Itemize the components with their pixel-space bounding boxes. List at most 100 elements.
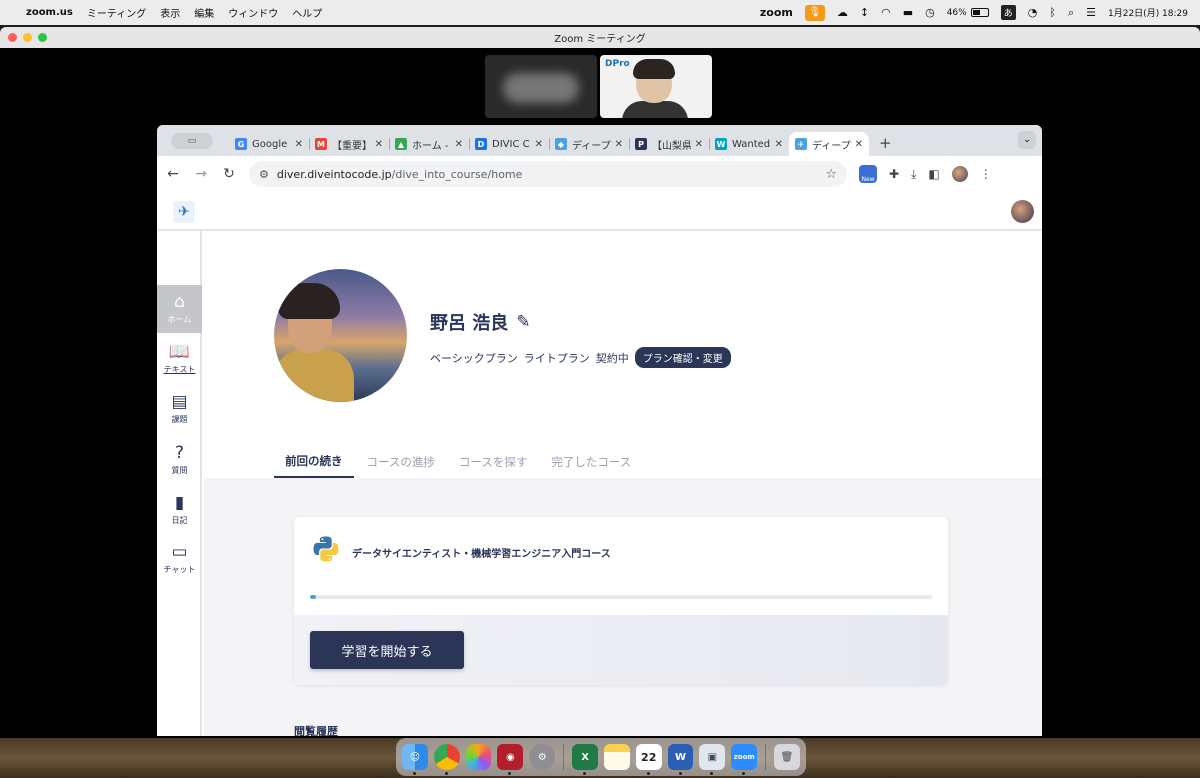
menu-window[interactable]: ウィンドウ — [228, 5, 278, 20]
sidebar-item-home[interactable]: ⌂ ホーム — [157, 285, 202, 333]
menu-view[interactable]: 表示 — [160, 5, 180, 20]
tab-title: 【重要】 — [332, 140, 371, 152]
extensions-puzzle-icon[interactable]: ✚ — [889, 167, 899, 181]
minimize-window-button[interactable] — [23, 33, 32, 42]
tab-title: 【山梨県 — [652, 140, 691, 152]
menubar-clock[interactable]: 1月22日(月) 18:29 — [1108, 6, 1188, 19]
wifi-icon[interactable]: ◔ — [1028, 6, 1038, 19]
tab-search-chevron-icon[interactable]: ⌄ — [1018, 131, 1036, 149]
address-bar[interactable]: ⚙ diver.diveintocode.jp/dive_into_course… — [249, 161, 847, 187]
chrome-icon[interactable] — [433, 744, 460, 775]
bookmark-star-icon[interactable]: ☆ — [825, 167, 837, 182]
plan-change-button[interactable]: プラン確認・変更 — [634, 347, 731, 368]
wanted-icon: W — [715, 138, 727, 150]
profile-photo — [274, 269, 407, 402]
microphone-icon[interactable]: 🎙 — [804, 4, 825, 21]
menu-meeting[interactable]: ミーティング — [87, 5, 146, 20]
battery-indicator[interactable]: 46% — [947, 8, 989, 18]
finder-icon[interactable]: ☺ — [402, 744, 428, 775]
trash-icon[interactable]: 🗑 — [774, 744, 800, 770]
header-user-avatar[interactable] — [1011, 200, 1034, 223]
participant-thumbnail-speaker[interactable]: DPro — [600, 55, 712, 118]
zoom-status-label[interactable]: zoom — [760, 6, 793, 19]
tab-find-course[interactable]: コースを探す — [448, 446, 538, 478]
browser-tab-gmail[interactable]: M 【重要】 ✕ — [309, 132, 389, 156]
input-method-indicator[interactable]: あ — [1000, 5, 1016, 20]
sidebar-item-text[interactable]: 📖 テキスト — [157, 335, 202, 383]
side-panel-icon[interactable]: ◧ — [928, 167, 939, 181]
card-icon[interactable]: ▬ — [903, 6, 913, 19]
extension-new-badge[interactable]: New — [859, 165, 877, 183]
notes-icon[interactable] — [603, 744, 630, 770]
tab-close-icon[interactable]: ✕ — [775, 139, 783, 150]
zoom-window-title: Zoom ミーティング — [554, 34, 646, 45]
course-title[interactable]: データサイエンティスト・機械学習エンジニア入門コース — [352, 545, 611, 560]
browser-tab-yamanashi[interactable]: P 【山梨県 ✕ — [629, 132, 709, 156]
sidebar-item-diary[interactable]: ▮ 日記 — [157, 486, 202, 534]
profile-name-row: 野呂 浩良 ✎ — [430, 309, 531, 335]
spotlight-search-icon[interactable]: ⌕ — [1068, 6, 1074, 20]
participant-thumbnail-blurred[interactable] — [485, 55, 597, 118]
browser-tab-wanted[interactable]: W Wanted ✕ — [709, 132, 789, 156]
tab-close-icon[interactable]: ✕ — [455, 139, 463, 150]
site-logo-rocket-icon[interactable]: ✈ — [173, 201, 195, 223]
tab-completed-courses[interactable]: 完了したコース — [540, 446, 642, 478]
google-icon: G — [235, 138, 247, 150]
edit-pencil-icon[interactable]: ✎ — [516, 312, 530, 332]
browser-tab-divic[interactable]: D DIVIC C ✕ — [469, 132, 549, 156]
sidebar-item-label: ホーム — [167, 315, 192, 324]
excel-icon[interactable]: X — [572, 744, 598, 775]
window-controls — [8, 33, 47, 42]
word-icon[interactable]: W — [667, 744, 694, 775]
browser-tab-active[interactable]: ✈ ディープ ✕ — [789, 132, 869, 156]
sidebar-item-chat[interactable]: ▭ チャット — [157, 535, 202, 583]
system-settings-icon[interactable]: ⚙ — [529, 744, 556, 770]
browser-tab-deep[interactable]: ◆ ディープ ✕ — [549, 132, 629, 156]
zoom-app-label: zoom — [733, 753, 755, 761]
forward-arrow-icon[interactable]: → — [193, 166, 209, 182]
fullscreen-window-button[interactable] — [38, 33, 47, 42]
tray-app-icon[interactable]: ☁ — [837, 6, 848, 19]
zoom-app-icon[interactable]: zoom — [731, 744, 758, 775]
download-icon[interactable]: ⤓ — [911, 167, 916, 182]
tab-close-icon[interactable]: ✕ — [295, 139, 303, 150]
tab-close-icon[interactable]: ✕ — [695, 139, 703, 150]
back-arrow-icon[interactable]: ← — [165, 166, 181, 182]
tab-close-icon[interactable]: ✕ — [375, 139, 383, 150]
reload-icon[interactable]: ↻ — [221, 166, 237, 182]
tab-group-icon[interactable]: ▭ — [171, 133, 213, 149]
transfer-icon[interactable]: ↕ — [860, 6, 869, 19]
sidebar-item-assignments[interactable]: ▤ 課題 — [157, 385, 202, 433]
sidebar-item-label: 質問 — [171, 466, 188, 475]
new-tab-button[interactable]: + — [879, 134, 892, 152]
preview-icon[interactable]: ▣ — [699, 744, 726, 775]
control-center-icon[interactable]: ☰ — [1086, 6, 1096, 19]
photos-icon[interactable] — [465, 744, 492, 770]
profile-avatar[interactable] — [951, 166, 968, 182]
menu-app-name[interactable]: zoom.us — [26, 7, 73, 18]
tab-close-icon[interactable]: ✕ — [855, 139, 863, 150]
menu-help[interactable]: ヘルプ — [292, 5, 322, 20]
browser-tab-strip: ▭ G Google ✕ M 【重要】 ✕ ▲ ホーム - ✕ D DIVIC … — [157, 125, 1042, 156]
calendar-icon[interactable]: 22 — [635, 744, 662, 775]
p-icon: P — [635, 138, 647, 150]
browser-tab-drive[interactable]: ▲ ホーム - ✕ — [389, 132, 469, 156]
menu-edit[interactable]: 編集 — [194, 5, 214, 20]
site-settings-icon[interactable]: ⚙ — [259, 168, 269, 181]
browser-tab-google[interactable]: G Google ✕ — [229, 132, 309, 156]
headphones-icon[interactable]: ◠ — [881, 6, 891, 19]
course-progress-bar — [310, 595, 932, 599]
sidebar-item-questions[interactable]: ? 質問 — [157, 436, 202, 484]
more-menu-icon[interactable]: ⋮ — [980, 167, 992, 181]
tab-close-icon[interactable]: ✕ — [535, 139, 543, 150]
start-learning-button[interactable]: 学習を開始する — [310, 631, 464, 669]
tab-course-progress[interactable]: コースの進捗 — [356, 446, 446, 478]
bluetooth-icon[interactable]: ᛒ — [1049, 6, 1056, 19]
divic-icon: D — [475, 138, 487, 150]
clock-icon[interactable]: ◷ — [925, 6, 935, 19]
dock-separator — [765, 744, 767, 770]
tab-close-icon[interactable]: ✕ — [615, 139, 623, 150]
tab-continue[interactable]: 前回の続き — [274, 446, 354, 478]
winestore-icon[interactable]: ◉ — [497, 744, 524, 775]
close-window-button[interactable] — [8, 33, 17, 42]
